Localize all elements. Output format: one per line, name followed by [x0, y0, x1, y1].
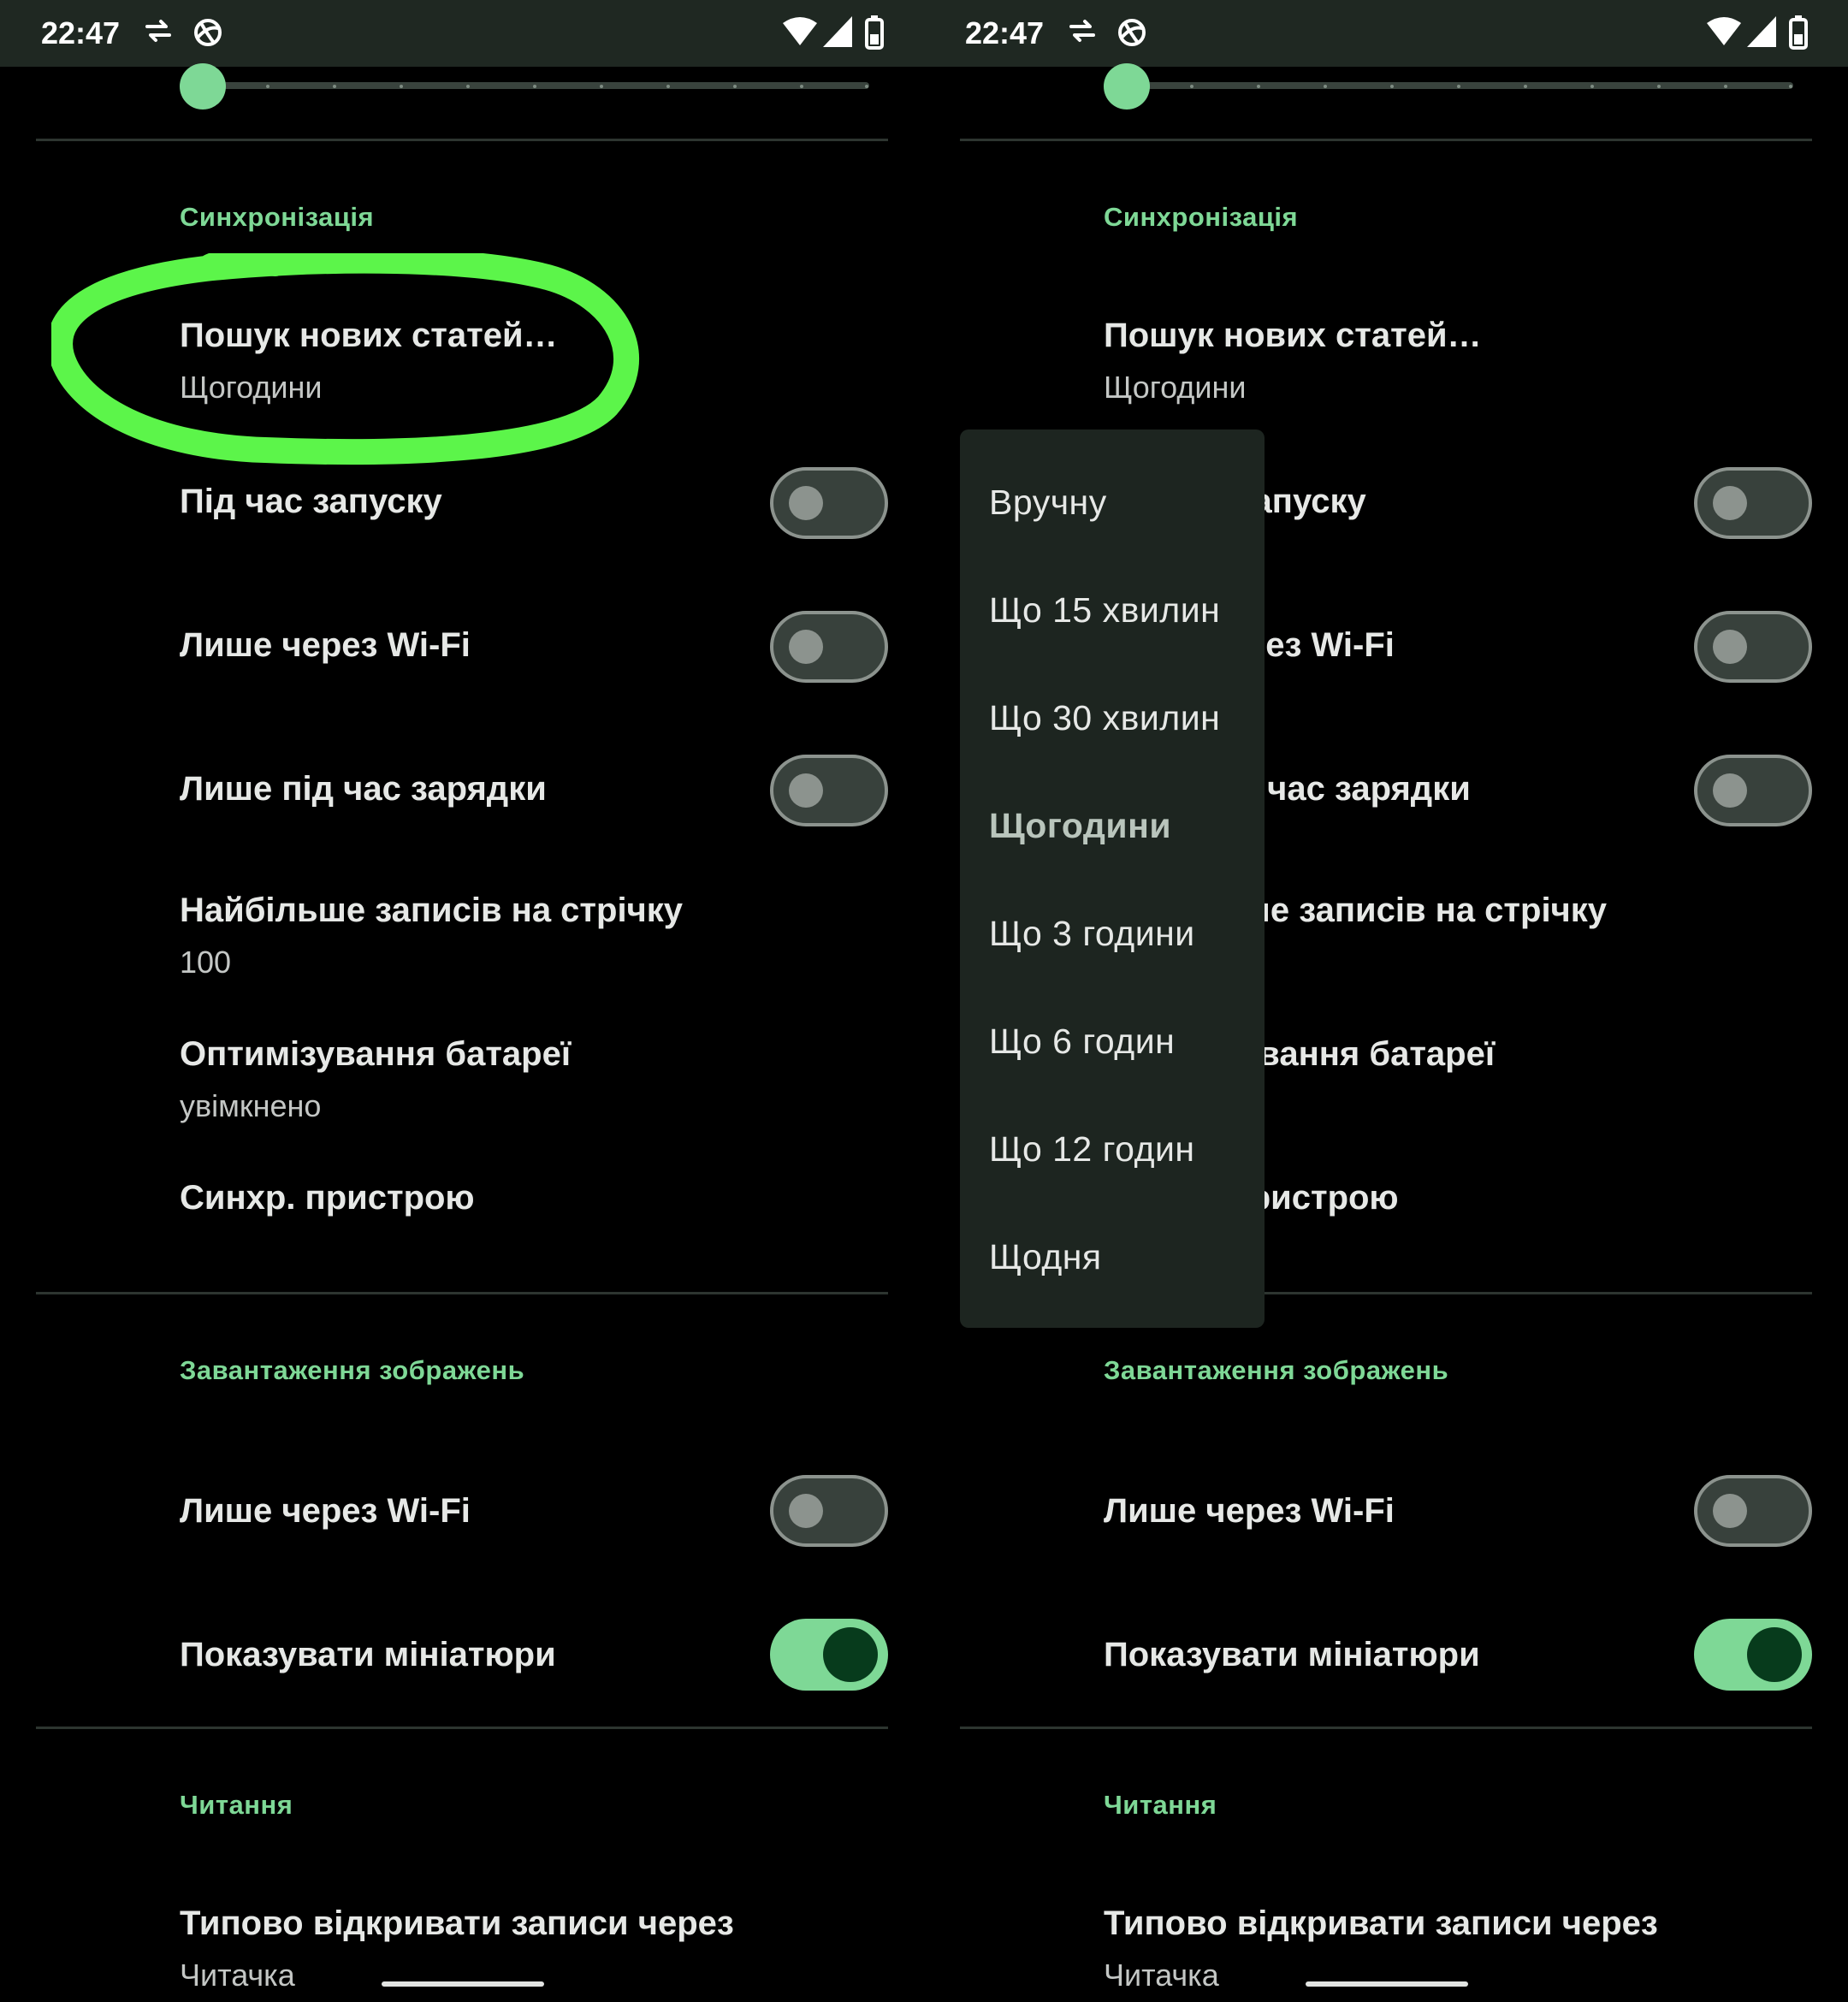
divider — [960, 139, 1812, 141]
show-thumbnails-label: Показувати мініатюри — [180, 1636, 556, 1673]
slider-tick — [466, 85, 470, 88]
battery-icon — [1789, 15, 1808, 50]
sync-on-launch-switch[interactable] — [770, 467, 888, 539]
slider-tick — [1657, 85, 1661, 88]
sync-charging-only-switch[interactable] — [770, 755, 888, 826]
wifi-icon — [1707, 17, 1741, 45]
status-bar: 22:47 — [924, 0, 1848, 67]
wifi-icon — [783, 17, 817, 45]
images-wifi-only-switch[interactable] — [770, 1475, 888, 1547]
max-items-value: 100 — [180, 945, 232, 980]
sync-charging-only-switch[interactable] — [1694, 755, 1812, 826]
data-sync-icon — [145, 20, 171, 42]
open-with-title[interactable]: Типово відкривати записи через — [180, 1904, 734, 1943]
status-time: 22:47 — [965, 15, 1045, 50]
slider-tick — [400, 85, 403, 88]
sync-on-launch-switch[interactable] — [1694, 467, 1812, 539]
dropdown-option-daily[interactable]: Щодня — [989, 1237, 1102, 1277]
gesture-navigation-bar[interactable] — [382, 1981, 544, 1987]
slider-tick — [1257, 85, 1260, 88]
show-thumbnails-label: Показувати мініатюри — [1104, 1636, 1480, 1673]
sync-interval-dropdown: Вручну Що 15 хвилин Що 30 хвилин Щогодин… — [960, 429, 1265, 1328]
device-sync-title[interactable]: Синхр. пристрою — [180, 1179, 475, 1217]
dropdown-option-6-hours[interactable]: Що 6 годин — [989, 1022, 1175, 1062]
section-title-images: Завантаження зображень — [180, 1355, 525, 1385]
images-wifi-only-switch[interactable] — [1694, 1475, 1812, 1547]
slider-tick — [1590, 85, 1594, 88]
settings-screen-right: 22:47 Синхронізація Пошук нових статей… … — [924, 0, 1848, 2002]
cellular-signal-icon — [823, 16, 852, 47]
divider — [36, 1727, 888, 1729]
gesture-navigation-bar[interactable] — [1306, 1981, 1468, 1987]
sync-wifi-only-switch[interactable] — [770, 611, 888, 683]
slider-tick — [1190, 85, 1194, 88]
dropdown-option-15-min[interactable]: Що 15 хвилин — [989, 590, 1220, 631]
sync-on-launch-label: Під час запуску — [180, 483, 442, 520]
dropdown-option-hourly[interactable]: Щогодини — [989, 806, 1171, 846]
vpn-globe-icon — [194, 19, 222, 46]
status-bar: 22:47 — [0, 0, 924, 67]
vpn-globe-icon — [1118, 19, 1146, 46]
dropdown-option-30-min[interactable]: Що 30 хвилин — [989, 698, 1220, 738]
slider-thumb[interactable] — [1104, 63, 1150, 110]
switch-knob — [1713, 773, 1747, 808]
slider-tick — [800, 85, 803, 88]
slider-tick — [1457, 85, 1460, 88]
slider-tick — [333, 85, 336, 88]
section-title-reading: Читання — [180, 1790, 293, 1820]
switch-knob — [789, 630, 823, 664]
switch-knob — [1747, 1627, 1802, 1682]
slider-tick — [1789, 85, 1792, 88]
switch-knob — [1713, 1494, 1747, 1528]
dropdown-option-12-hours[interactable]: Що 12 годин — [989, 1129, 1195, 1170]
section-title-reading: Читання — [1104, 1790, 1217, 1820]
battery-optimization-title[interactable]: Оптимізування батареї — [180, 1035, 571, 1074]
sync-wifi-only-label: Лише через Wi-Fi — [180, 626, 471, 664]
slider-tick — [533, 85, 536, 88]
divider — [960, 1727, 1812, 1729]
slider-tick — [666, 85, 670, 88]
switch-knob — [823, 1627, 878, 1682]
sync-wifi-only-switch[interactable] — [1694, 611, 1812, 683]
images-wifi-only-label: Лише через Wi-Fi — [1104, 1492, 1395, 1530]
dropdown-option-3-hours[interactable]: Що 3 години — [989, 914, 1195, 954]
section-title-images: Завантаження зображень — [1104, 1355, 1449, 1385]
slider-tick — [865, 85, 868, 88]
open-with-value: Читачка — [180, 1958, 295, 1993]
highlight-circle-annotation — [51, 253, 640, 465]
data-sync-icon — [1069, 20, 1095, 42]
show-thumbnails-switch[interactable] — [1694, 1619, 1812, 1691]
slider-tick — [1324, 85, 1327, 88]
status-time: 22:47 — [41, 15, 121, 50]
images-wifi-only-label: Лише через Wi-Fi — [180, 1492, 471, 1530]
open-with-title[interactable]: Типово відкривати записи через — [1104, 1904, 1658, 1943]
slider-tick — [1524, 85, 1527, 88]
sync-charging-only-label: Лише під час зарядки — [180, 770, 547, 808]
check-new-articles-value: Щогодини — [1104, 370, 1247, 405]
max-items-title[interactable]: Найбільше записів на стрічку — [180, 891, 683, 930]
section-title-sync: Синхронізація — [1104, 202, 1299, 232]
switch-knob — [1713, 630, 1747, 664]
slider-tick — [600, 85, 603, 88]
switch-knob — [789, 773, 823, 808]
battery-optimization-value: увімкнено — [180, 1088, 322, 1123]
divider — [36, 139, 888, 141]
slider-tick — [1390, 85, 1394, 88]
slider-tick — [733, 85, 737, 88]
slider-tick — [266, 85, 270, 88]
switch-knob — [789, 1494, 823, 1528]
open-with-value: Читачка — [1104, 1958, 1219, 1993]
divider — [36, 1292, 888, 1294]
dropdown-option-manual[interactable]: Вручну — [989, 483, 1107, 523]
slider-thumb[interactable] — [180, 63, 226, 110]
cellular-signal-icon — [1747, 16, 1776, 47]
section-title-sync: Синхронізація — [180, 202, 375, 232]
switch-knob — [789, 486, 823, 520]
settings-screen-left: 22:47 Синхронізація Пошук нових статей… … — [0, 0, 924, 2002]
slider-tick — [1724, 85, 1727, 88]
switch-knob — [1713, 486, 1747, 520]
battery-icon — [865, 15, 884, 50]
show-thumbnails-switch[interactable] — [770, 1619, 888, 1691]
check-new-articles-title[interactable]: Пошук нових статей… — [1104, 317, 1482, 355]
